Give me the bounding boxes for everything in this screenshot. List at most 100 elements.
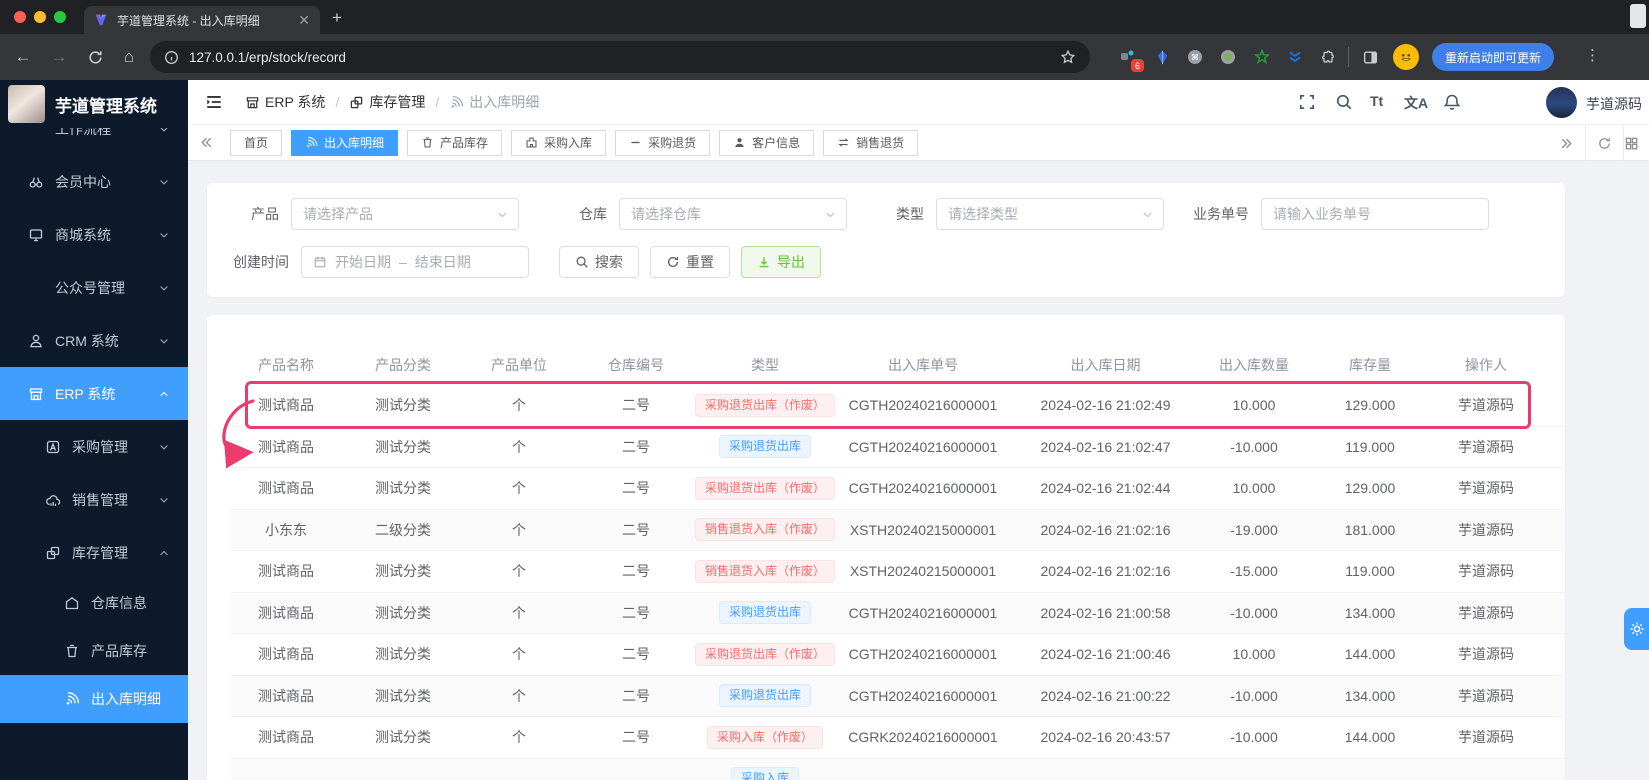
bookmark-star-icon[interactable] [1060,49,1076,65]
extension-icon-2[interactable] [1152,47,1172,67]
tab-options-grid-icon[interactable] [1623,125,1649,161]
chevron-down-icon [158,441,170,453]
page-tab-1[interactable]: 出入库明细 [291,129,399,156]
table-row-3[interactable]: 小东东 二级分类 个 二号 销售退货入库（作废） XSTH20240215000001 20… [231,509,1565,551]
breadcrumb-item-erp[interactable]: ERP 系统 [245,92,325,112]
warehouse-select[interactable]: 请选择仓库 [619,198,847,230]
translate-icon[interactable]: 文A [1404,93,1428,113]
page-tab-2[interactable]: 产品库存 [407,129,503,156]
browser-tab-title: 芋道管理系统 - 出入库明细 [117,13,260,28]
table-row-6[interactable]: 测试商品 测试分类 个 二号 采购退货出库（作废） CGTH20240216000001 2… [231,634,1565,676]
sidebar-item-8[interactable]: 库存管理 [0,526,188,579]
refresh-page-icon[interactable] [1585,125,1623,161]
main-area: ERP 系统 / 库存管理 / 出入库明细 Tt 文A 芋道源码 首页 出入库明… [188,80,1649,780]
product-select[interactable]: 请选择产品 [291,198,519,230]
extensions-puzzle-icon[interactable] [1318,47,1338,67]
breadcrumb-item-stock[interactable]: 库存管理 [349,92,425,112]
side-panel-icon[interactable] [1360,47,1380,67]
url-bar[interactable]: 127.0.0.1/erp/stock/record [150,41,1090,73]
cell: -10.000 [1230,438,1278,455]
cell: 芋道源码 [1458,604,1514,621]
user-name[interactable]: 芋道源码 [1586,94,1642,114]
table-row-1[interactable]: 测试商品 测试分类 个 二号 采购退货出库 CGTH20240216000001 2024-… [231,427,1565,468]
browser-menu-icon[interactable]: ⋮ [1585,46,1600,64]
collapse-menu-icon[interactable] [205,93,223,111]
back-icon[interactable]: ← [12,46,34,68]
font-size-icon[interactable]: Tt [1370,93,1383,109]
sidebar-item-label: ERP 系统 [55,385,116,402]
cell: 采购退货出库 [699,435,831,459]
sidebar-item-3[interactable]: 公众号管理 [0,261,188,314]
sidebar-item-5[interactable]: ERP 系统 [0,367,188,420]
tab-close-icon[interactable]: ✕ [298,12,310,29]
notification-bell-icon[interactable] [1443,93,1461,111]
sidebar-item-11[interactable]: 出入库明细 [0,675,188,723]
sidebar-item-6[interactable]: 采购管理 [0,420,188,473]
biz-no-label: 业务单号 [1193,206,1249,222]
sidebar-item-1[interactable]: 会员中心 [0,155,188,208]
table-row-0[interactable]: 测试商品 测试分类 个 二号 采购退货出库（作废） CGTH20240216000001 2… [231,385,1565,427]
stock-record-icon [305,136,318,149]
cell: 测试商品 [258,687,314,704]
cell: 129.000 [1344,480,1396,497]
page-tab-label: 产品库存 [440,136,489,150]
date-range-picker[interactable]: 开始日期 – 结束日期 [301,246,529,278]
scroll-tabs-right-icon[interactable] [1547,125,1585,161]
zoom-window-button[interactable] [54,11,66,23]
profile-avatar[interactable] [1393,44,1419,70]
cell: 测试商品 [258,438,314,455]
page-tab-4[interactable]: 采购退货 [615,129,711,156]
column-header: 操作人 [1465,357,1507,373]
site-info-icon[interactable] [164,50,179,65]
extension-icon-3[interactable]: ⌘ [1185,47,1205,67]
home-icon[interactable]: ⌂ [118,46,140,68]
minimize-window-button[interactable] [34,11,46,23]
reset-button[interactable]: 重置 [650,246,730,278]
extension-badge: 6 [1131,59,1144,72]
inventory-icon [349,95,364,110]
cell: 芋道源码 [1458,646,1514,663]
reload-icon[interactable] [84,46,106,68]
user-avatar[interactable] [1546,87,1577,118]
table-row-2[interactable]: 测试商品 测试分类 个 二号 采购退货出库（作废） CGTH20240216000001 2… [231,468,1565,510]
page-tab-0[interactable]: 首页 [230,129,283,156]
table-row-7[interactable]: 测试商品 测试分类 个 二号 采购退货出库 CGTH20240216000001 2024-… [231,675,1565,717]
stock-record-icon [449,95,464,110]
sidebar-item-4[interactable]: CRM 系统 [0,314,188,367]
new-tab-button[interactable]: + [332,8,342,28]
extension-icon-4[interactable] [1218,47,1238,67]
close-window-button[interactable] [14,11,26,23]
page-tab-6[interactable]: 销售退货 [823,129,919,156]
browser-tab[interactable]: 芋道管理系统 - 出入库明细 ✕ [84,6,320,34]
restart-update-button[interactable]: 重新启动即可更新 [1432,43,1555,71]
page-tab-5[interactable]: 客户信息 [719,129,815,156]
sidebar-item-10[interactable]: 产品库存 [0,627,188,675]
extension-icon-1[interactable]: 6 [1118,47,1144,72]
page-tab-3[interactable]: 采购入库 [511,129,607,156]
scroll-tabs-left-icon[interactable] [188,135,224,150]
refresh-icon [666,255,680,269]
app-logo-row[interactable]: 芋道管理系统 [0,80,188,128]
table-row-8[interactable]: 测试商品 测试分类 个 二号 采购入库（作废） CGRK20240216000001 202… [231,717,1565,759]
sidebar-item-2[interactable]: 商城系统 [0,208,188,261]
search-icon[interactable] [1335,93,1353,111]
settings-fab[interactable] [1624,608,1649,650]
chevron-up-icon [158,547,170,559]
sidebar-item-label: 出入库明细 [91,691,161,707]
type-select[interactable]: 请选择类型 [936,198,1164,230]
export-button[interactable]: 导出 [741,246,821,278]
forward-icon[interactable]: → [48,46,70,68]
table-row-9[interactable]: 采购入库 [231,758,1565,780]
fullscreen-icon[interactable] [1298,93,1316,111]
sidebar-item-7[interactable]: 销售管理 [0,473,188,526]
table-row-4[interactable]: 测试商品 测试分类 个 二号 销售退货入库（作废） XSTH20240215000001 2… [231,551,1565,593]
cell: XSTH20240215000001 [849,563,997,580]
table-row-5[interactable]: 测试商品 测试分类 个 二号 采购退货出库 CGTH20240216000001 2024-… [231,592,1565,634]
cell: 采购入库 [699,767,831,780]
sidebar-item-9[interactable]: 仓库信息 [0,579,188,627]
search-button[interactable]: 搜索 [559,246,639,278]
extension-icon-5[interactable] [1252,47,1272,67]
biz-no-input[interactable]: 请输入业务单号 [1261,198,1489,230]
download-icon [757,255,771,269]
extension-icon-6[interactable] [1285,47,1305,67]
